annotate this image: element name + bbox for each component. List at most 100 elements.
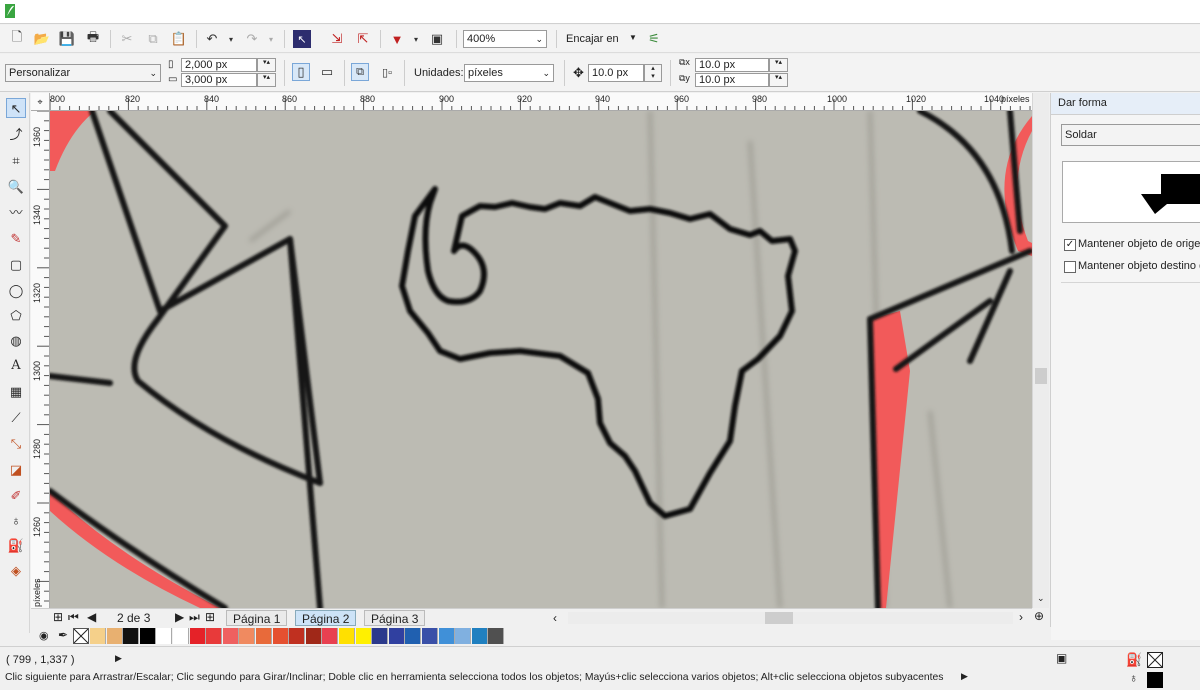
snap-dropdown-icon[interactable]: ▼ bbox=[629, 33, 637, 42]
duplicate-y-input[interactable]: 10.0 px bbox=[695, 73, 769, 87]
color-swatch[interactable] bbox=[256, 628, 272, 644]
color-swatch[interactable] bbox=[239, 628, 256, 644]
add-page-after-icon[interactable]: ⊞ bbox=[205, 610, 215, 624]
tab-page-1[interactable]: Página 1 bbox=[226, 610, 288, 626]
vertical-scrollbar[interactable]: ⌄ bbox=[1032, 93, 1049, 608]
color-swatch[interactable] bbox=[206, 628, 223, 644]
first-page-icon[interactable]: ⏮ bbox=[68, 610, 79, 625]
color-swatch[interactable] bbox=[455, 628, 472, 644]
color-swatch[interactable] bbox=[189, 628, 206, 644]
add-page-before-icon[interactable]: ⊞ bbox=[53, 610, 63, 624]
palette-scroll-icon[interactable]: ◉ bbox=[39, 629, 49, 642]
redo-dropdown-icon[interactable]: ▾ bbox=[262, 30, 280, 48]
tab-page-3[interactable]: Página 3 bbox=[364, 610, 426, 626]
all-pages-size-icon[interactable]: ⧉ bbox=[351, 63, 369, 81]
open-folder-icon[interactable]: 📂 bbox=[33, 30, 51, 48]
color-swatch[interactable] bbox=[422, 628, 438, 644]
color-swatch[interactable] bbox=[123, 628, 140, 644]
fill-none-swatch[interactable] bbox=[1147, 652, 1163, 668]
duplicate-x-input[interactable]: 10.0 px bbox=[695, 58, 769, 72]
transparency-tool-icon[interactable]: ✐ bbox=[6, 486, 26, 506]
copy-icon[interactable]: ⧉ bbox=[144, 30, 162, 48]
pick-tool-icon[interactable]: ↖ bbox=[6, 98, 26, 118]
connector-tool-icon[interactable]: ⤡ bbox=[6, 434, 26, 454]
polygon-tool-icon[interactable]: ⬠ bbox=[6, 306, 26, 326]
snap-settings-icon[interactable]: ⚟ bbox=[645, 30, 663, 48]
current-page-size-icon[interactable]: ▯▫ bbox=[378, 63, 396, 81]
color-swatch[interactable] bbox=[438, 628, 455, 644]
vertical-scroll-thumb[interactable] bbox=[1035, 368, 1047, 384]
nudge-distance-input[interactable]: 10.0 px bbox=[588, 64, 644, 82]
status-expand-icon[interactable]: ▶ bbox=[115, 653, 122, 664]
print-icon[interactable]: 🖶 bbox=[84, 29, 102, 48]
publish-dropdown-icon[interactable]: ▾ bbox=[407, 30, 425, 48]
nudge-distance-spinner[interactable]: ▴ ▾ bbox=[644, 64, 662, 82]
page-height-input[interactable]: 3,000 px bbox=[181, 73, 257, 87]
color-swatch[interactable] bbox=[272, 628, 289, 644]
fill-tool-icon[interactable]: ⛽ bbox=[6, 536, 26, 556]
color-proof-icon[interactable]: ▣ bbox=[1056, 651, 1067, 665]
snap-to-button[interactable]: Encajar en bbox=[566, 33, 619, 45]
freehand-tool-icon[interactable]: 〰 bbox=[6, 203, 26, 223]
color-swatch[interactable] bbox=[173, 628, 189, 644]
undo-dropdown-icon[interactable]: ▾ bbox=[222, 30, 240, 48]
scroll-right-icon[interactable]: › bbox=[1019, 610, 1023, 624]
save-icon[interactable]: 💾 bbox=[58, 30, 76, 48]
eyedropper-icon[interactable]: ✒ bbox=[58, 628, 68, 642]
outline-color-swatch[interactable] bbox=[1147, 672, 1163, 688]
import-icon[interactable]: ⇲ bbox=[328, 30, 346, 48]
page-width-input[interactable]: 2,000 px bbox=[181, 58, 257, 72]
text-tool-icon[interactable]: A bbox=[6, 356, 26, 376]
dimension-tool-icon[interactable]: ⟋ bbox=[6, 408, 26, 428]
keep-source-checkbox[interactable]: ✓ bbox=[1064, 239, 1076, 251]
blend-tool-icon[interactable]: ◪ bbox=[6, 460, 26, 480]
undo-icon[interactable]: ↶ bbox=[203, 30, 221, 48]
crop-tool-icon[interactable]: ⌗ bbox=[6, 151, 26, 171]
color-swatch[interactable] bbox=[106, 628, 123, 644]
no-color-swatch[interactable] bbox=[73, 628, 89, 644]
full-screen-preview-icon[interactable]: ▣ bbox=[428, 30, 446, 48]
search-content-icon[interactable]: ↖ bbox=[293, 30, 311, 48]
horizontal-scrollbar[interactable] bbox=[568, 612, 1013, 624]
tab-page-2[interactable]: Página 2 bbox=[295, 610, 357, 626]
outline-pen-tool-icon[interactable]: ♁ bbox=[6, 511, 26, 531]
color-swatch[interactable] bbox=[222, 628, 239, 644]
horizontal-ruler[interactable]: 800 820 840 860 880 900 920 940 960 980 … bbox=[50, 93, 1032, 111]
artistic-media-tool-icon[interactable]: ✎ bbox=[6, 229, 26, 249]
paste-icon[interactable]: 📋 bbox=[170, 30, 188, 48]
drawing-canvas[interactable] bbox=[50, 111, 1032, 608]
portrait-orientation-icon[interactable]: ▯ bbox=[292, 63, 310, 81]
color-swatch[interactable] bbox=[388, 628, 405, 644]
color-swatch[interactable] bbox=[405, 628, 422, 644]
rectangle-tool-icon[interactable]: ▢ bbox=[6, 255, 26, 275]
color-swatch[interactable] bbox=[372, 628, 389, 644]
ruler-origin-icon[interactable]: ⌖ bbox=[31, 93, 50, 111]
color-swatch[interactable] bbox=[90, 628, 106, 644]
scroll-down-icon[interactable]: ⌄ bbox=[1037, 593, 1045, 604]
redo-icon[interactable]: ↷ bbox=[243, 30, 261, 48]
shaping-mode-select[interactable]: Soldar bbox=[1061, 124, 1200, 146]
next-page-icon[interactable]: ▶ bbox=[175, 610, 184, 624]
color-swatch[interactable] bbox=[289, 628, 306, 644]
zoom-level-select[interactable]: 400% ⌄ bbox=[463, 30, 547, 48]
scroll-left-icon[interactable]: ‹ bbox=[553, 611, 557, 625]
color-swatch[interactable] bbox=[471, 628, 488, 644]
color-swatch[interactable] bbox=[305, 628, 322, 644]
color-swatch[interactable] bbox=[488, 628, 505, 644]
ellipse-tool-icon[interactable]: ◯ bbox=[6, 281, 26, 301]
color-swatch[interactable] bbox=[355, 628, 372, 644]
landscape-orientation-icon[interactable]: ▭ bbox=[318, 63, 336, 81]
vertical-ruler[interactable]: 1360 1340 1320 1300 1280 1260 píxeles bbox=[31, 111, 50, 608]
color-swatch[interactable] bbox=[156, 628, 173, 644]
page-counter[interactable]: 2 de 3 bbox=[117, 611, 150, 625]
horizontal-scroll-thumb[interactable] bbox=[765, 612, 793, 624]
color-swatch[interactable] bbox=[339, 628, 355, 644]
zoom-navigator-icon[interactable]: ⊕ bbox=[1034, 609, 1044, 623]
page-height-spinner[interactable]: ▾▴ bbox=[257, 73, 276, 87]
keep-target-checkbox[interactable] bbox=[1064, 261, 1076, 273]
new-document-icon[interactable]: 🗋 bbox=[8, 29, 26, 48]
zoom-tool-icon[interactable]: 🔍 bbox=[6, 177, 26, 197]
duplicate-x-spinner[interactable]: ▾▴ bbox=[769, 58, 788, 72]
basic-shapes-tool-icon[interactable]: ◍ bbox=[6, 331, 26, 351]
page-preset-select[interactable]: Personalizar ⌄ bbox=[5, 64, 161, 82]
